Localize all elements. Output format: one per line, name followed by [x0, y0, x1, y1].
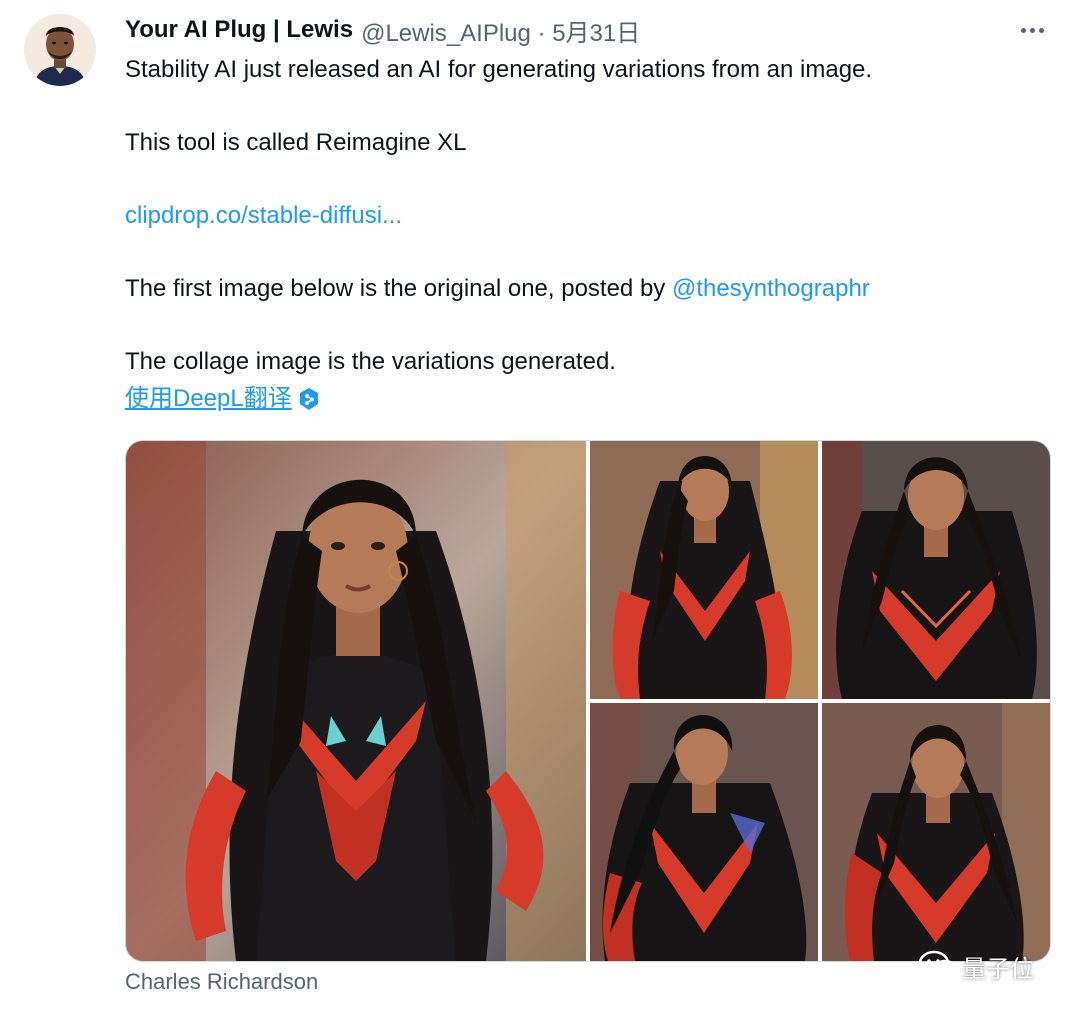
more-icon[interactable] — [1016, 16, 1048, 44]
variation-image[interactable] — [822, 441, 1050, 699]
tweet-media[interactable] — [125, 440, 1051, 962]
author-handle[interactable]: @Lewis_AIPlug · 5月31日 — [361, 13, 640, 48]
deepl-icon — [299, 388, 318, 410]
mention-link[interactable]: @thesynthographr — [672, 275, 870, 302]
tweet-text-prefix: The first image below is the original on… — [125, 275, 672, 302]
author-name[interactable]: Your AI Plug | Lewis — [125, 16, 353, 44]
translate-button[interactable]: 使用DeepL翻译 — [125, 383, 320, 415]
tweet-link[interactable]: clipdrop.co/stable-diffusi... — [125, 200, 402, 232]
wechat-icon — [918, 950, 958, 981]
variation-image[interactable] — [590, 703, 818, 961]
watermark: 量子位 — [918, 948, 1034, 984]
variation-image[interactable] — [822, 703, 1050, 961]
tweet-header: Your AI Plug | Lewis @Lewis_AIPlug · 5月3… — [125, 12, 640, 48]
tweet-text-line: Stability AI just released an AI for gen… — [125, 56, 873, 83]
avatar-image — [24, 14, 96, 86]
tweet-text-line: The first image below is the original on… — [125, 273, 870, 305]
avatar[interactable] — [24, 14, 96, 86]
tweet-text-line: The collage image is the variations gene… — [125, 348, 616, 375]
original-image[interactable] — [126, 441, 586, 961]
variation-image[interactable] — [590, 441, 818, 699]
tweet-text-line: This tool is called Reimagine XL — [125, 129, 467, 156]
watermark-text: 量子位 — [962, 955, 1034, 983]
translate-label: 使用DeepL翻译 — [125, 385, 292, 412]
media-caption[interactable]: Charles Richardson — [125, 969, 318, 995]
